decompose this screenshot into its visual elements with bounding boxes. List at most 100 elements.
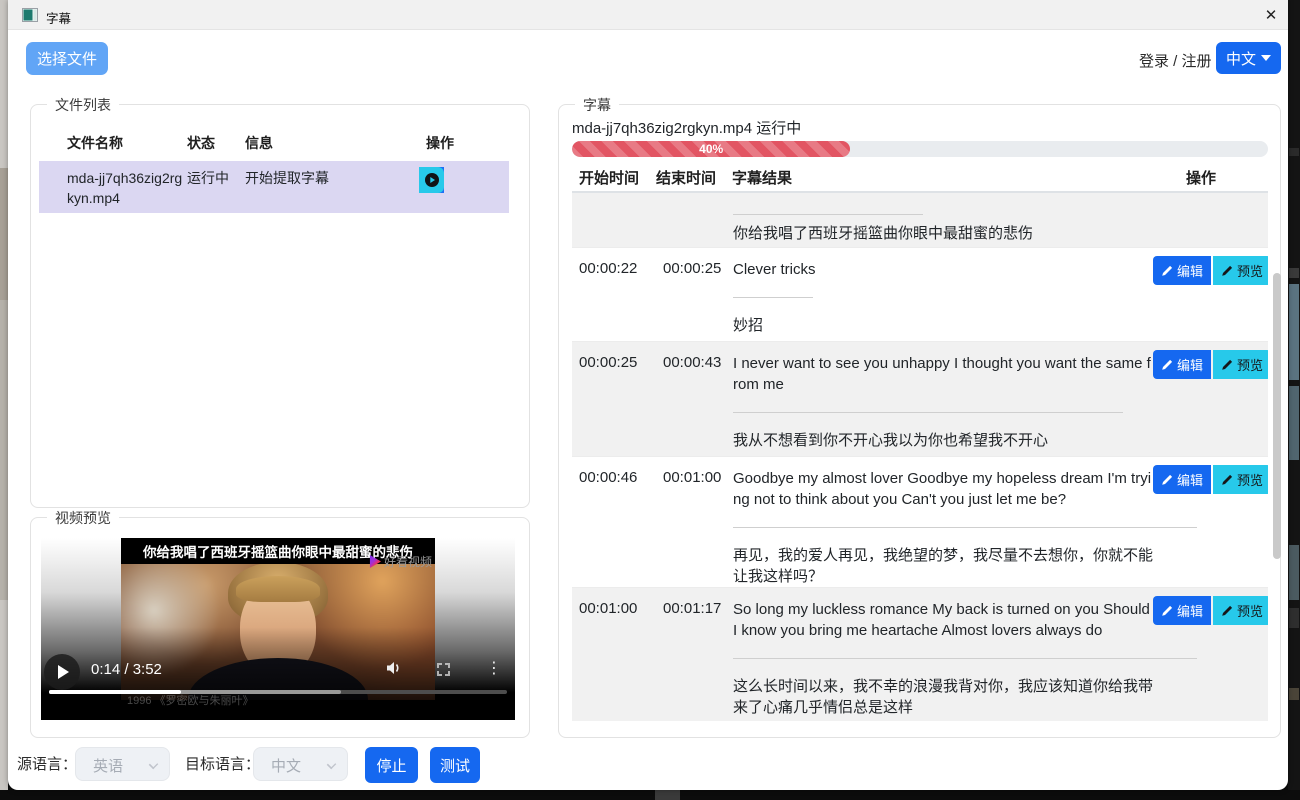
play-circle-icon	[424, 172, 440, 188]
stop-button[interactable]: 停止	[365, 747, 418, 783]
file-info: 开始提取字幕	[245, 168, 329, 188]
pencil-icon	[1161, 605, 1173, 617]
end-time: 00:00:43	[656, 342, 733, 465]
subtitle-chinese: 再见，我的爱人再见，我绝望的梦，我尽量不去想你，你就不能让我这样吗？	[733, 545, 1153, 587]
background-taskbar	[0, 790, 1300, 800]
scrollbar-thumb[interactable]	[1273, 273, 1281, 559]
subtitle-chinese: 妙招	[733, 315, 1153, 336]
col-header-action: 操作	[426, 133, 454, 153]
file-name: mda-jj7qh36zig2rgkyn.mp4	[67, 168, 189, 209]
col-header-filename: 文件名称	[67, 133, 123, 153]
subtitle-row: 00:01:00 00:01:17 So long my luckless ro…	[572, 588, 1268, 721]
source-language-select[interactable]: 英语	[75, 747, 170, 781]
translation-divider	[733, 214, 923, 215]
end-time: 00:01:00	[656, 457, 733, 601]
fullscreen-icon[interactable]	[437, 663, 450, 676]
app-icon	[22, 8, 38, 22]
subtitle-file-status: mda-jj7qh36zig2rgkyn.mp4 运行中	[572, 117, 801, 138]
edit-button[interactable]: 编辑	[1153, 350, 1211, 379]
background-window-right	[1288, 0, 1300, 800]
preview-button[interactable]: 预览	[1213, 465, 1268, 494]
watermark: 好看视频	[368, 553, 432, 570]
play-button[interactable]	[44, 654, 80, 690]
subtitle-table-body: 你给我唱了西班牙摇篮曲你眼中最甜蜜的悲伤 编辑 预览 00:00:22 00:0…	[572, 193, 1268, 726]
col-header-end: 结束时间	[656, 167, 716, 188]
edit-button[interactable]: 编辑	[1153, 256, 1211, 285]
pencil-icon	[1161, 474, 1173, 486]
col-header-operation: 操作	[1186, 167, 1216, 188]
subtitles-legend: 字幕	[575, 95, 619, 115]
pencil-icon	[1221, 474, 1233, 486]
progress-bar: 40%	[572, 141, 1268, 157]
start-time: 00:00:25	[572, 342, 656, 465]
end-time: 00:00:25	[656, 248, 733, 350]
translation-divider	[733, 412, 1123, 413]
pencil-icon	[1221, 359, 1233, 371]
edit-button[interactable]: 编辑	[1153, 596, 1211, 625]
preview-button[interactable]: 预览	[1213, 596, 1268, 625]
translation-divider	[733, 527, 1197, 528]
target-language-select[interactable]: 中文	[253, 747, 348, 781]
start-time: 00:01:00	[572, 588, 656, 726]
pencil-icon	[1161, 265, 1173, 277]
video-player: 你给我唱了西班牙摇篮曲你眼中最甜蜜的悲伤 好看视频 1996 《罗密欧与朱丽叶》…	[41, 538, 515, 720]
video-preview-legend: 视频预览	[47, 508, 119, 528]
edit-button[interactable]: 编辑	[1153, 465, 1211, 494]
translation-divider	[733, 658, 1197, 659]
col-header-result: 字幕结果	[732, 167, 792, 188]
subtitle-row: 00:00:22 00:00:25 Clever tricks 妙招 编辑 预览	[572, 248, 1268, 342]
subtitle-english: I never want to see you unhappy I though…	[733, 353, 1153, 395]
progress-fill: 40%	[572, 141, 850, 157]
target-language-label: 目标语言：	[185, 753, 260, 774]
close-icon[interactable]: ✕	[1256, 1, 1286, 29]
pencil-icon	[1161, 359, 1173, 371]
pencil-icon	[1221, 605, 1233, 617]
subtitle-text-cell: Goodbye my almost lover Goodbye my hopel…	[733, 457, 1153, 601]
volume-icon[interactable]	[386, 660, 404, 676]
start-time: 00:00:22	[572, 248, 656, 350]
more-options-icon[interactable]: ⋮	[486, 658, 502, 678]
subtitle-english: Clever tricks	[733, 259, 1153, 280]
col-header-start: 开始时间	[579, 167, 639, 188]
video-progress-track[interactable]	[49, 690, 507, 694]
file-list-panel: 文件列表 文件名称 状态 信息 操作 mda-jj7qh36zig2rgkyn.…	[30, 104, 530, 508]
file-list-legend: 文件列表	[47, 95, 119, 115]
preview-button[interactable]: 预览	[1213, 256, 1268, 285]
screen: 字幕 ✕ 选择文件 登录 / 注册 中文 文件列表 文件名称 状态 信息 操作 …	[0, 0, 1300, 800]
video-preview-panel: 视频预览 你给我唱了西班牙摇篮曲你眼中最甜蜜的悲伤 好看视频 1996 《罗密欧…	[30, 517, 530, 738]
subtitle-text-cell: So long my luckless romance My back is t…	[733, 588, 1153, 726]
window-title: 字幕	[46, 8, 71, 27]
subtitle-row: 00:00:46 00:01:00 Goodbye my almost love…	[572, 457, 1268, 588]
language-dropdown-button[interactable]: 中文	[1216, 42, 1281, 74]
background-window-left	[0, 0, 8, 790]
end-time: 00:01:17	[656, 588, 733, 726]
pencil-icon	[1221, 265, 1233, 277]
subtitle-english: So long my luckless romance My back is t…	[733, 599, 1153, 641]
play-file-button[interactable]	[419, 167, 444, 193]
time-display: 0:14 / 3:52	[91, 661, 162, 678]
played-bar	[49, 690, 181, 694]
play-icon	[58, 665, 69, 679]
subtitle-row: 00:00:25 00:00:43 I never want to see yo…	[572, 342, 1268, 457]
subtitle-row: 你给我唱了西班牙摇篮曲你眼中最甜蜜的悲伤 编辑 预览	[572, 193, 1268, 248]
select-file-button[interactable]: 选择文件	[26, 42, 108, 75]
file-status: 运行中	[187, 168, 229, 188]
start-time: 00:00:46	[572, 457, 656, 601]
title-bar: 字幕 ✕	[8, 0, 1288, 30]
subtitles-panel: 字幕 mda-jj7qh36zig2rgkyn.mp4 运行中 40% 开始时间…	[558, 104, 1281, 738]
col-header-info: 信息	[245, 133, 273, 153]
preview-button[interactable]: 预览	[1213, 350, 1268, 379]
subtitle-english: Goodbye my almost lover Goodbye my hopel…	[733, 468, 1153, 510]
translation-divider	[733, 297, 813, 298]
chevron-down-icon	[149, 760, 159, 770]
subtitle-chinese: 你给我唱了西班牙摇篮曲你眼中最甜蜜的悲伤	[733, 223, 1153, 244]
chevron-down-icon	[327, 760, 337, 770]
file-row[interactable]: mda-jj7qh36zig2rgkyn.mp4 运行中 开始提取字幕	[39, 161, 509, 213]
progress-label: 40%	[699, 142, 723, 156]
subtitle-chinese: 这么长时间以来，我不幸的浪漫我背对你，我应该知道你给我带来了心痛几乎情侣总是这样	[733, 676, 1153, 718]
login-register-link[interactable]: 登录 / 注册	[1139, 50, 1212, 71]
caret-down-icon	[1261, 55, 1271, 61]
watermark-secondary: 1996 《罗密欧与朱丽叶》	[127, 692, 254, 708]
test-button[interactable]: 测试	[430, 747, 480, 783]
source-language-label: 源语言：	[17, 753, 77, 774]
